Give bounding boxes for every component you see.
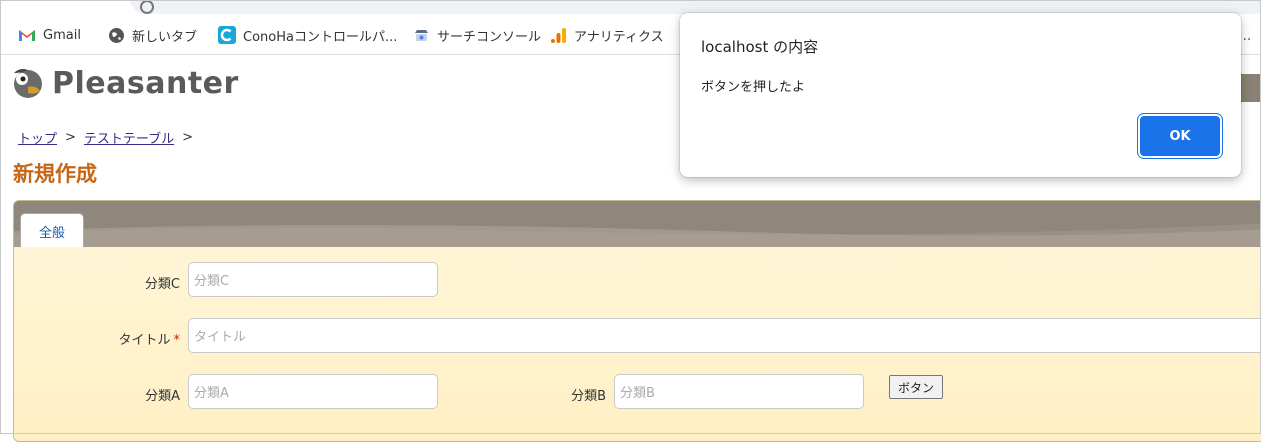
classb-label: 分類B [571, 389, 606, 404]
globe-icon [107, 26, 125, 44]
breadcrumb-separator: > [65, 130, 76, 145]
analytics-icon [549, 26, 567, 44]
bookmark-gmail[interactable]: Gmail [18, 24, 81, 46]
classa-input[interactable]: 分類A [188, 374, 438, 409]
bookmark-conoha[interactable]: ConoHaコントロールパ... [218, 24, 397, 46]
pleasanter-mascot-icon [14, 69, 42, 98]
bookmark-analytics[interactable]: アナリティクス [549, 24, 664, 46]
breadcrumb-separator: > [182, 130, 194, 145]
dialog-title: localhost の内容 [701, 38, 819, 56]
header-nav-bar [1240, 74, 1261, 102]
ok-button[interactable]: OK [1140, 116, 1220, 156]
breadcrumb: トップ > テストテーブル > [18, 128, 193, 147]
bookmark-new-tab[interactable]: 新しいタブ [107, 24, 197, 46]
logo-text: Pleasanter [52, 65, 239, 101]
classa-label: 分類A [145, 389, 180, 404]
address-bar[interactable] [130, 0, 1261, 14]
custom-button[interactable]: ボタン [889, 375, 944, 399]
pleasanter-logo[interactable]: Pleasanter [10, 65, 239, 101]
classb-input[interactable]: 分類B [614, 374, 864, 409]
conoha-icon [218, 26, 236, 44]
bookmark-label: Gmail [43, 27, 81, 43]
classc-input[interactable]: 分類C [188, 262, 438, 297]
bookmark-label: 新しいタブ [132, 29, 198, 45]
bookmark-label: サーチコンソール [437, 29, 542, 45]
bookmark-label: ConoHaコントロールパ... [243, 29, 398, 45]
breadcrumb-table-link[interactable]: テストテーブル [84, 128, 174, 147]
classc-label: 分類C [144, 277, 180, 292]
site-info-icon[interactable] [140, 0, 154, 14]
editor-panel: 全般 分類C 分類C タイトル * タイトル 分類A 分類A 分類B 分類B ボタ… [13, 200, 1261, 442]
tab-bar: 全般 [14, 201, 1261, 248]
dialog-message: ボタンを押したよ [701, 80, 806, 95]
required-mark: * [173, 333, 181, 348]
search-console-icon [412, 26, 430, 44]
title-input[interactable]: タイトル [188, 318, 1261, 353]
breadcrumb-top-link[interactable]: トップ [18, 128, 57, 147]
page-title: 新規作成 [13, 162, 97, 186]
title-label-text: タイトル [118, 333, 171, 348]
bookmark-search-console[interactable]: サーチコンソール [412, 24, 541, 46]
gmail-icon [18, 26, 36, 44]
tab-general[interactable]: 全般 [20, 213, 84, 248]
alert-dialog: localhost の内容 ボタンを押したよ OK [680, 13, 1241, 177]
bookmark-label: アナリティクス [574, 29, 664, 45]
title-label: タイトル * [74, 329, 180, 348]
